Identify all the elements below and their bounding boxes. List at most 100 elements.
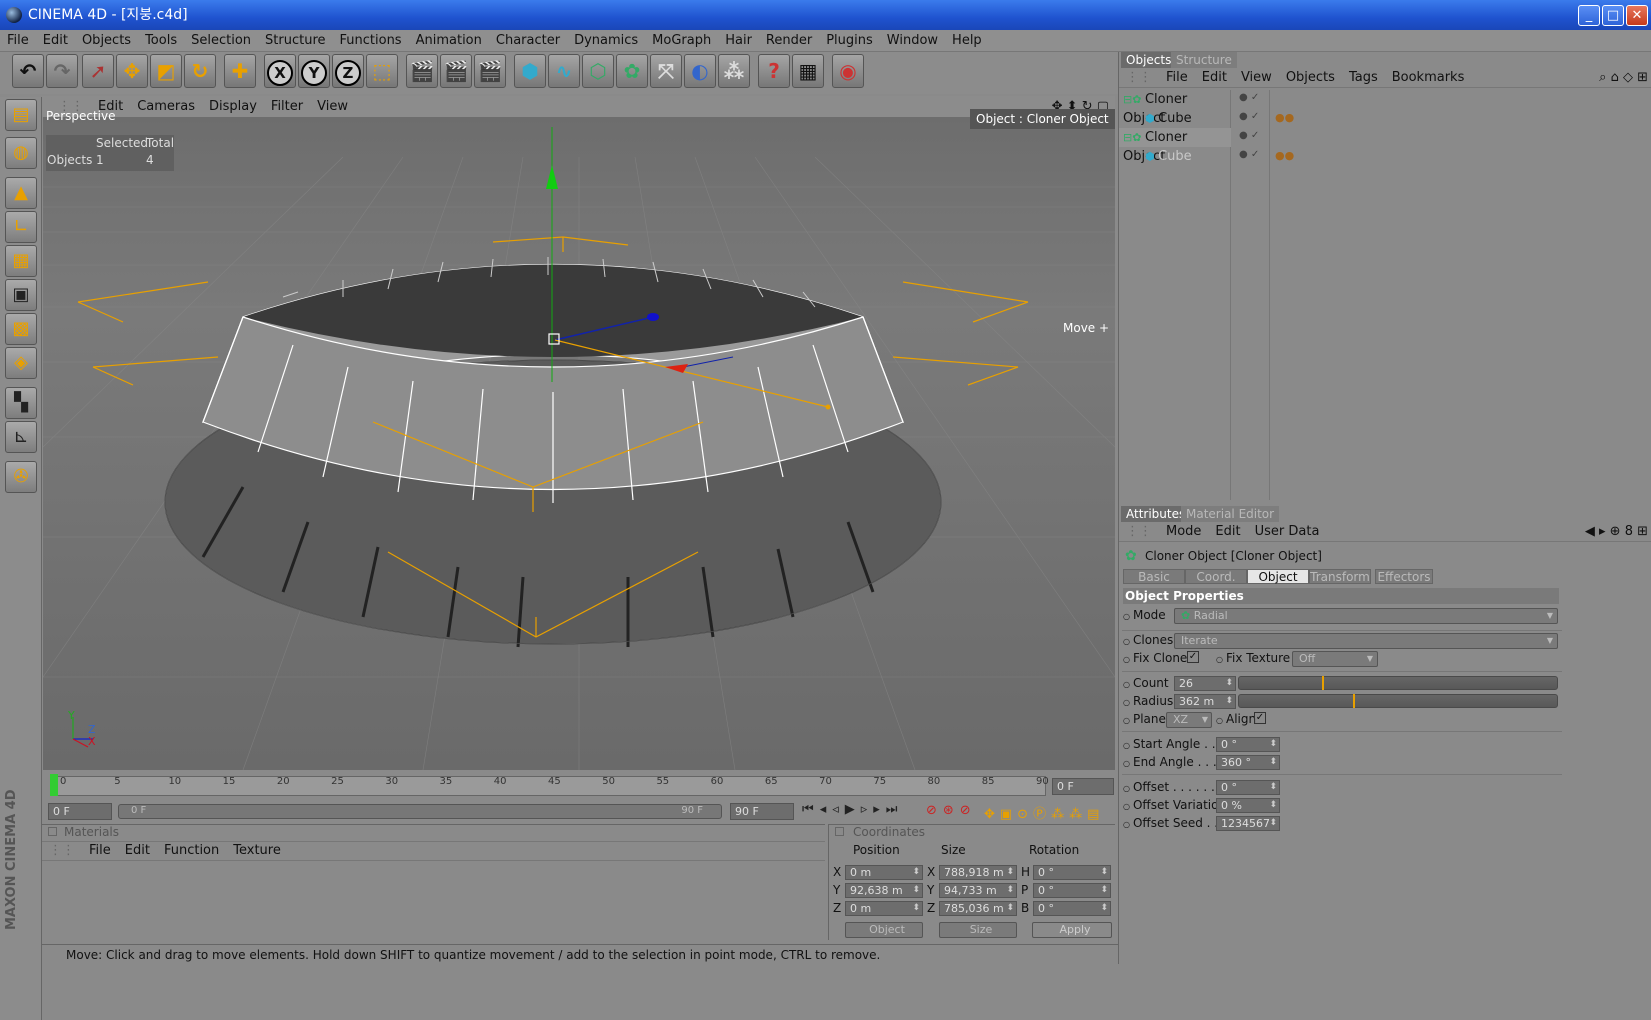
tweak-mode-icon[interactable]: ✇ — [5, 461, 37, 493]
axis-mode-icon[interactable]: ⊾ — [5, 421, 37, 453]
spline-pen-icon[interactable]: ∿ — [548, 54, 580, 88]
z-axis-handle[interactable] — [647, 313, 659, 321]
tab-attributes[interactable]: Attributes — [1121, 506, 1191, 522]
offset-variation-field[interactable]: 0 % — [1216, 798, 1280, 813]
use-model-icon[interactable]: ▤ — [5, 99, 37, 131]
fix-texture-dropdown[interactable]: Off ▼ — [1292, 651, 1378, 667]
frame-range-slider[interactable]: 0 F 90 F — [118, 804, 722, 819]
menu-functions[interactable]: Functions — [333, 30, 409, 52]
tree-item[interactable]: ⬢ Cube — [1119, 147, 1231, 166]
menu-render[interactable]: Render — [759, 30, 819, 52]
live-selection-icon[interactable]: ➚ — [82, 54, 114, 88]
menu-dynamics[interactable]: Dynamics — [567, 30, 645, 52]
visibility-dots-icon[interactable]: ● ✓ — [1239, 149, 1259, 160]
align-checkbox[interactable]: ✓ — [1254, 712, 1266, 724]
minimize-button[interactable]: _ — [1578, 5, 1600, 26]
viewport-menu-cameras[interactable]: Cameras — [130, 96, 202, 117]
tab-material-editor[interactable]: Material Editor — [1181, 506, 1280, 522]
move-tool-icon[interactable]: ✥ — [116, 54, 148, 88]
undo-icon[interactable]: ↶ — [12, 54, 44, 88]
count-field[interactable]: 26 — [1174, 676, 1236, 691]
position-field[interactable]: 0 m — [845, 901, 923, 916]
timeline-ruler[interactable]: 0 5 10 15 20 25 30 35 40 45 50 55 60 65 70 75 80 85 90 0 F — [42, 772, 1115, 799]
rotation-field[interactable]: 0 ° — [1033, 901, 1111, 916]
render-view-icon[interactable]: 🎬 — [406, 54, 438, 88]
array-icon[interactable]: ✿ — [616, 54, 648, 88]
deformer-icon[interactable]: ⤧ — [650, 54, 682, 88]
visibility-dots-icon[interactable]: ● ✓ — [1239, 92, 1259, 103]
apply-button[interactable]: Apply — [1032, 922, 1112, 938]
size-field[interactable]: 788,918 m — [939, 865, 1017, 880]
z-axis-lock-icon[interactable]: Z — [332, 54, 364, 88]
menu-selection[interactable]: Selection — [184, 30, 258, 52]
menu-mograph[interactable]: MoGraph — [645, 30, 718, 52]
tag-icon[interactable]: ●● — [1275, 149, 1294, 162]
edge-mode-icon[interactable]: ∟ — [5, 211, 37, 243]
subtab-effectors[interactable]: Effectors — [1375, 569, 1433, 584]
help-cursor-icon[interactable]: ? — [758, 54, 790, 88]
particle-icon[interactable]: ⁂ — [718, 54, 750, 88]
objects-menu-tags[interactable]: Tags — [1342, 69, 1385, 87]
x-axis-lock-icon[interactable]: X — [264, 54, 296, 88]
clones-dropdown[interactable]: Iterate ▼ — [1174, 633, 1558, 649]
scale-tool-icon[interactable]: ◩ — [150, 54, 182, 88]
object-mode-icon[interactable]: ◍ — [5, 137, 37, 169]
workplane-icon[interactable]: ▩ — [5, 313, 37, 345]
end-frame-field[interactable]: 90 F — [730, 803, 794, 820]
attributes-menu-edit[interactable]: Edit — [1208, 523, 1247, 541]
menu-hair[interactable]: Hair — [718, 30, 759, 52]
tab-structure[interactable]: Structure — [1171, 52, 1237, 68]
size-mode-dropdown[interactable]: Size — [939, 922, 1017, 938]
subtab-object[interactable]: Object — [1247, 569, 1309, 584]
materials-menu-function[interactable]: Function — [157, 842, 226, 860]
mode-dropdown[interactable]: ✿ Radial ▼ — [1174, 608, 1558, 624]
texture-mode-icon[interactable]: ▣ — [5, 279, 37, 311]
offset-field[interactable]: 0 ° — [1216, 780, 1280, 795]
menu-structure[interactable]: Structure — [258, 30, 332, 52]
search-home-icons[interactable]: ⌕ ⌂ ◇ ⊞ — [1599, 69, 1648, 87]
menu-tools[interactable]: Tools — [138, 30, 184, 52]
position-field[interactable]: 0 m — [845, 865, 923, 880]
visibility-dots-icon[interactable]: ● ✓ — [1239, 130, 1259, 141]
count-slider[interactable] — [1238, 676, 1558, 690]
point-mode-icon[interactable]: ▲ — [5, 177, 37, 209]
rotation-field[interactable]: 0 ° — [1033, 865, 1111, 880]
materials-menu-file[interactable]: File — [82, 842, 118, 860]
history-nav-icons[interactable]: ◀ ▸ ⊕ 8 ⊞ — [1585, 523, 1648, 541]
menu-animation[interactable]: Animation — [409, 30, 489, 52]
scene-object-icon[interactable]: ◐ — [684, 54, 716, 88]
attributes-menu-userdata[interactable]: User Data — [1248, 523, 1327, 541]
objects-menu-objects[interactable]: Objects — [1279, 69, 1342, 87]
redo-icon[interactable]: ↷ — [46, 54, 78, 88]
recent-tool-icon[interactable]: ✚ — [224, 54, 256, 88]
size-field[interactable]: 785,036 m — [939, 901, 1017, 916]
subtab-basic[interactable]: Basic — [1123, 569, 1185, 584]
close-button[interactable]: ✕ — [1626, 5, 1648, 26]
polygon-mode-icon[interactable]: ▦ — [5, 245, 37, 277]
menu-objects[interactable]: Objects — [75, 30, 138, 52]
menu-plugins[interactable]: Plugins — [819, 30, 880, 52]
timeline-playhead[interactable] — [50, 774, 58, 796]
y-axis-lock-icon[interactable]: Y — [298, 54, 330, 88]
maximize-button[interactable]: □ — [1602, 5, 1624, 26]
current-frame-field[interactable]: 0 F — [1052, 778, 1114, 795]
render-region-icon[interactable]: 🎬 — [440, 54, 472, 88]
3d-viewport[interactable] — [43, 117, 1115, 770]
record-keys-icons[interactable]: ⊘⊛⊘ — [926, 803, 977, 818]
subtab-transform[interactable]: Transform — [1309, 569, 1371, 584]
viewport-menu-display[interactable]: Display — [202, 96, 264, 117]
end-angle-field[interactable]: 360 ° — [1216, 755, 1280, 770]
menu-character[interactable]: Character — [489, 30, 567, 52]
viewport-menu-view[interactable]: View — [310, 96, 355, 117]
visibility-dots-icon[interactable]: ● ✓ — [1239, 111, 1259, 122]
objects-menu-edit[interactable]: Edit — [1195, 69, 1234, 87]
viewport-menu-filter[interactable]: Filter — [264, 96, 310, 117]
key-filter-icons[interactable]: ✥▣⊙Ⓟ⁂⁂▤ — [984, 803, 1104, 822]
subtab-coord[interactable]: Coord. — [1185, 569, 1247, 584]
animation-mode-icon[interactable]: ◈ — [5, 347, 37, 379]
objects-menu-view[interactable]: View — [1234, 69, 1279, 87]
render-globe-icon[interactable]: ◉ — [832, 54, 864, 88]
position-field[interactable]: 92,638 m — [845, 883, 923, 898]
plane-dropdown[interactable]: XZ ▼ — [1166, 712, 1212, 728]
tree-item[interactable]: ⬢ Cube — [1119, 109, 1231, 128]
